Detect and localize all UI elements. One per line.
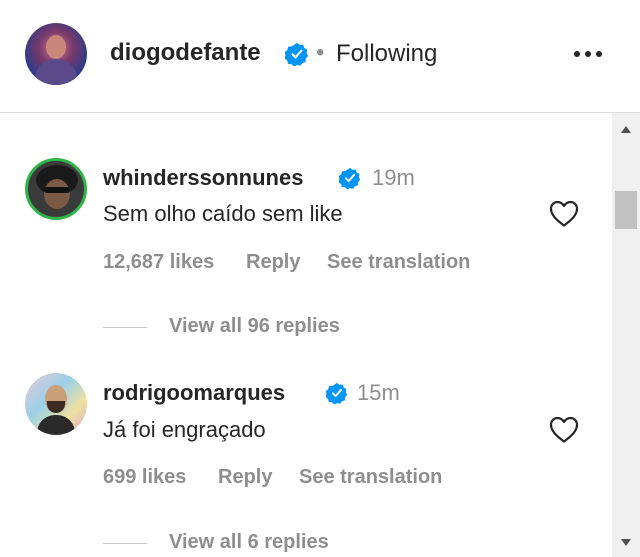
comment-text: Já foi engraçado	[103, 417, 266, 442]
like-heart-icon[interactable]	[548, 198, 580, 228]
more-options-icon[interactable]	[568, 42, 608, 66]
avatar-beard-shape	[47, 401, 65, 413]
scroll-up-arrow-icon[interactable]	[612, 117, 640, 143]
replies-divider-line	[103, 327, 147, 328]
see-translation-button[interactable]: See translation	[327, 251, 470, 274]
verified-badge-icon	[339, 167, 361, 189]
commenter-avatar[interactable]	[25, 373, 87, 435]
author-username[interactable]: diogodefante	[110, 39, 261, 67]
comment-timestamp[interactable]: 15m	[357, 380, 400, 406]
avatar-body-shape	[37, 415, 75, 435]
avatar-face-shape	[46, 35, 66, 59]
verified-badge-icon	[326, 382, 348, 404]
reply-button[interactable]: Reply	[246, 251, 300, 274]
post-header: diogodefante • Following	[0, 0, 640, 113]
scrollbar-thumb[interactable]	[615, 191, 637, 229]
more-dot	[574, 51, 580, 57]
avatar-glasses-shape	[44, 187, 70, 193]
commenter-avatar[interactable]	[25, 158, 87, 220]
verified-badge-icon	[285, 42, 309, 66]
scroll-down-arrow-icon[interactable]	[612, 529, 640, 555]
header-separator: •	[316, 39, 325, 66]
see-translation-button[interactable]: See translation	[299, 466, 442, 489]
view-replies-label: View all 96 replies	[169, 315, 340, 337]
comment-text: Sem olho caído sem like	[103, 201, 343, 226]
comment-timestamp[interactable]: 19m	[372, 165, 415, 191]
comments-list: whinderssonnunes 19m Sem olho caído sem …	[0, 113, 612, 557]
author-avatar[interactable]	[25, 23, 87, 85]
replies-divider-line	[103, 543, 147, 544]
avatar-body-shape	[35, 59, 77, 85]
vertical-scrollbar[interactable]	[612, 113, 640, 557]
commenter-username[interactable]: rodrigoomarques	[103, 380, 285, 406]
likes-count[interactable]: 12,687 likes	[103, 251, 214, 274]
likes-count[interactable]: 699 likes	[103, 466, 186, 489]
like-heart-icon[interactable]	[548, 414, 580, 444]
view-replies-label: View all 6 replies	[169, 531, 329, 553]
reply-button[interactable]: Reply	[218, 466, 272, 489]
commenter-username[interactable]: whinderssonnunes	[103, 165, 303, 191]
avatar-face-shape	[44, 179, 70, 209]
more-dot	[585, 51, 591, 57]
more-dot	[596, 51, 602, 57]
following-button[interactable]: Following	[336, 40, 437, 68]
